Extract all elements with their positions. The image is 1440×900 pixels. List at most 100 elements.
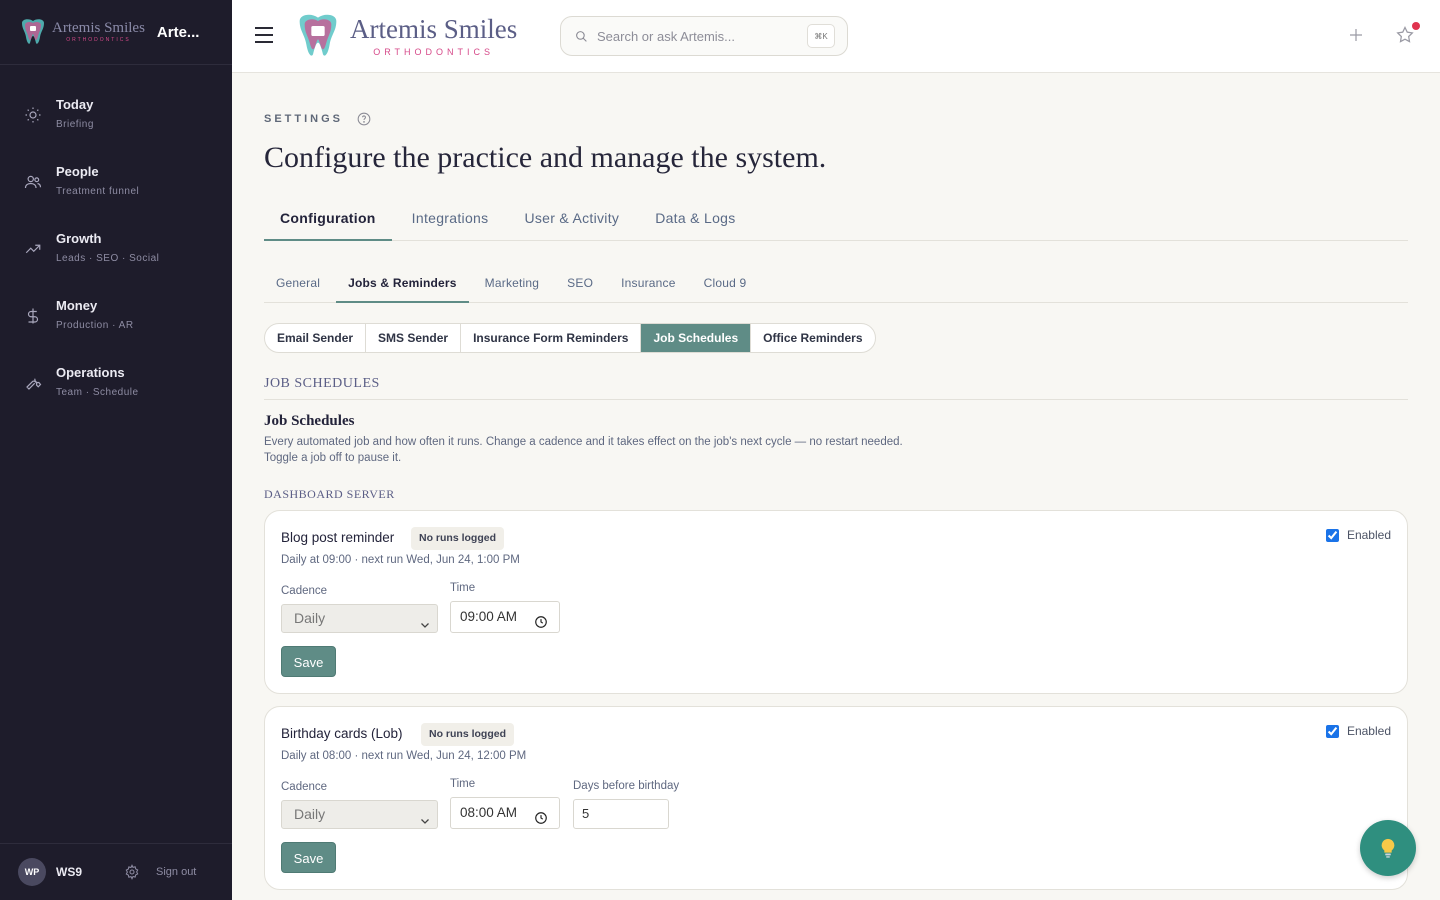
clock-icon — [534, 806, 548, 824]
tab-integrations[interactable]: Integrations — [396, 203, 505, 241]
save-button[interactable]: Save — [281, 646, 336, 677]
search-input[interactable] — [597, 28, 797, 44]
sidebar-item-today[interactable]: Today Briefing — [0, 92, 232, 159]
status-badge: No runs logged — [411, 527, 504, 550]
sidebar-item-label: Growth — [56, 231, 102, 246]
enabled-checkbox[interactable] — [1325, 528, 1339, 542]
time-input[interactable]: 08:00 AM — [450, 797, 560, 829]
subtab-seo[interactable]: SEO — [555, 270, 605, 303]
notification-dot — [1412, 22, 1420, 30]
enabled-toggle[interactable]: Enabled — [1325, 724, 1391, 738]
save-button[interactable]: Save — [281, 842, 336, 873]
job-name: Blog post reminder — [281, 530, 395, 545]
tooth-logo-icon — [299, 14, 337, 56]
time-value: 08:00 AM — [460, 805, 518, 820]
sun-icon — [24, 106, 42, 124]
job-name: Birthday cards (Lob) — [281, 726, 403, 741]
sidebar-item-sub: Briefing — [56, 119, 94, 130]
sidebar-logo-sub: ORTHODONTICS — [66, 37, 131, 43]
subtab-jobs-reminders[interactable]: Jobs & Reminders — [336, 270, 469, 303]
tab-data-logs[interactable]: Data & Logs — [639, 203, 751, 241]
cadence-label: Cadence — [281, 781, 328, 793]
lightbulb-icon — [1381, 838, 1395, 858]
user-name: WS9 — [56, 865, 83, 879]
menu-icon[interactable] — [255, 27, 273, 43]
sidebar-logo-name: Artemis Smiles — [52, 20, 145, 36]
search-icon — [575, 30, 588, 43]
sidebar-brand: Artemis Smiles ORTHODONTICS Arte... — [0, 0, 232, 65]
cadence-select[interactable]: Daily — [281, 604, 438, 633]
enabled-label: Enabled — [1346, 724, 1391, 738]
sidebar-item-label: People — [56, 164, 99, 179]
users-icon — [24, 173, 42, 191]
plus-icon[interactable] — [1347, 26, 1365, 44]
tab-configuration[interactable]: Configuration — [264, 203, 392, 241]
topbar: Artemis Smiles ORTHODONTICS ⌘K — [232, 0, 1440, 73]
job-card-birthday-cards: Birthday cards (Lob) No runs logged Dail… — [264, 706, 1408, 890]
search-shortcut: ⌘K — [807, 24, 835, 48]
breadcrumb: SETTINGS — [264, 112, 371, 126]
pill-job-schedules[interactable]: Job Schedules — [641, 324, 752, 352]
sign-out-link[interactable]: Sign out — [156, 866, 196, 878]
sidebar-item-sub: Team · Schedule — [56, 387, 139, 398]
help-icon[interactable] — [357, 112, 371, 126]
clock-icon — [534, 610, 548, 628]
topbar-logo-name: Artemis Smiles — [350, 13, 518, 44]
cadence-value: Daily — [294, 610, 326, 626]
segment-pills: Email Sender SMS Sender Insurance Form R… — [264, 323, 876, 353]
sidebar-app-title: Arte... — [156, 23, 199, 41]
pill-sms-sender[interactable]: SMS Sender — [366, 324, 462, 352]
enabled-checkbox[interactable] — [1325, 724, 1339, 738]
section-description: Every automated job and how often it run… — [264, 436, 903, 464]
dollar-icon — [24, 307, 42, 325]
wrench-icon — [24, 374, 42, 392]
cadence-value: Daily — [294, 806, 326, 822]
subtab-marketing[interactable]: Marketing — [473, 270, 552, 303]
sidebar-item-operations[interactable]: Operations Team · Schedule — [0, 360, 232, 427]
search-box: ⌘K — [560, 16, 848, 56]
page-eyebrow: SETTINGS — [264, 113, 344, 125]
sidebar-item-label: Today — [56, 97, 94, 112]
time-label: Time — [450, 778, 476, 790]
sub-tabs: General Jobs & Reminders Marketing SEO I… — [264, 270, 1408, 303]
assistant-fab[interactable] — [1360, 820, 1416, 876]
time-value: 09:00 AM — [460, 609, 518, 624]
trending-up-icon — [24, 240, 42, 258]
page-title: Configure the practice and manage the sy… — [264, 141, 827, 174]
subtab-general[interactable]: General — [264, 270, 332, 303]
sidebar-item-sub: Treatment funnel — [56, 186, 140, 197]
chevron-down-icon — [419, 613, 431, 628]
sidebar-item-money[interactable]: Money Production · AR — [0, 293, 232, 360]
main-tabs: Configuration Integrations User & Activi… — [264, 203, 1408, 241]
tooth-logo-icon — [22, 19, 44, 44]
enabled-toggle[interactable]: Enabled — [1325, 528, 1391, 542]
pill-office-reminders[interactable]: Office Reminders — [751, 324, 874, 352]
job-card-blog-post-reminder: Blog post reminder No runs logged Daily … — [264, 510, 1408, 694]
group-label: DASHBOARD SERVER — [264, 487, 395, 501]
sidebar-item-people[interactable]: People Treatment funnel — [0, 159, 232, 226]
sidebar-item-growth[interactable]: Growth Leads · SEO · Social — [0, 226, 232, 293]
topbar-logo[interactable]: Artemis Smiles ORTHODONTICS — [292, 11, 517, 61]
avatar[interactable]: WP — [18, 858, 46, 886]
days-before-birthday-input[interactable]: 5 — [573, 799, 669, 829]
tab-user-activity[interactable]: User & Activity — [508, 203, 635, 241]
enabled-label: Enabled — [1346, 528, 1391, 542]
sidebar-item-sub: Production · AR — [56, 320, 134, 331]
sidebar-logo[interactable]: Artemis Smiles ORTHODONTICS — [18, 17, 145, 47]
sidebar: Artemis Smiles ORTHODONTICS Arte... Toda… — [0, 0, 232, 900]
topbar-logo-sub: ORTHODONTICS — [373, 46, 495, 57]
cadence-label: Cadence — [281, 585, 328, 597]
job-schedule-meta: Daily at 09:00 · next run Wed, Jun 24, 1… — [281, 554, 520, 566]
pill-email-sender[interactable]: Email Sender — [265, 324, 367, 352]
status-badge: No runs logged — [421, 723, 514, 746]
subtab-insurance[interactable]: Insurance — [609, 270, 688, 303]
time-input[interactable]: 09:00 AM — [450, 601, 560, 633]
chevron-down-icon — [419, 809, 431, 824]
pill-insurance-form-reminders[interactable]: Insurance Form Reminders — [461, 324, 642, 352]
sidebar-item-sub: Leads · SEO · Social — [56, 253, 160, 264]
section-title: Job Schedules — [264, 413, 355, 429]
cadence-select[interactable]: Daily — [281, 800, 438, 829]
gear-icon[interactable] — [124, 864, 140, 880]
section-heading: JOB SCHEDULES — [264, 376, 1408, 400]
subtab-cloud9[interactable]: Cloud 9 — [692, 270, 759, 303]
